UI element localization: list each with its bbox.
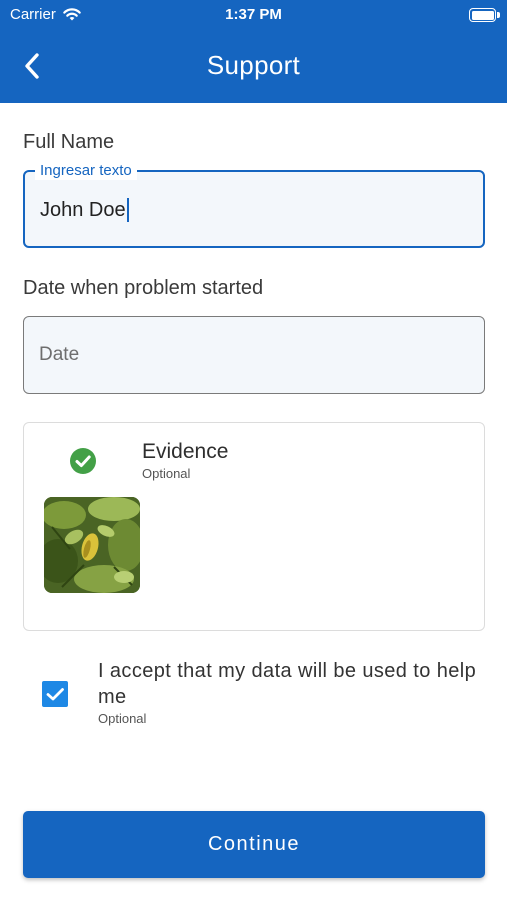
consent-optional-label: Optional (98, 711, 147, 726)
date-placeholder: Date (39, 344, 80, 365)
full-name-input[interactable]: Ingresar texto John Doe (23, 162, 485, 248)
consent-text: I accept that my data will be used to he… (98, 660, 477, 708)
continue-button[interactable]: Continue (23, 811, 485, 878)
evidence-optional-label: Optional (142, 466, 191, 481)
evidence-title: Evidence (142, 440, 229, 463)
text-cursor (126, 198, 129, 222)
full-name-label: Full Name (23, 131, 115, 153)
consent-checkbox[interactable] (42, 681, 68, 707)
full-name-value: John Doe (40, 198, 126, 221)
date-label: Date when problem started (23, 277, 264, 299)
full-name-floating-label: Ingresar texto (35, 162, 137, 180)
checkmark-icon (46, 688, 64, 701)
status-bar: Carrier 1:37 PM (0, 0, 507, 30)
battery-icon (469, 8, 496, 22)
page-title: Support (206, 50, 301, 80)
check-circle-icon (70, 448, 96, 474)
date-input[interactable]: Date (23, 316, 485, 394)
app-header: Carrier 1:37 PM Support (0, 0, 507, 103)
status-time: 1:37 PM (225, 6, 282, 23)
evidence-card[interactable]: Evidence Optional (23, 422, 485, 631)
evidence-photo-thumbnail[interactable] (44, 497, 140, 593)
